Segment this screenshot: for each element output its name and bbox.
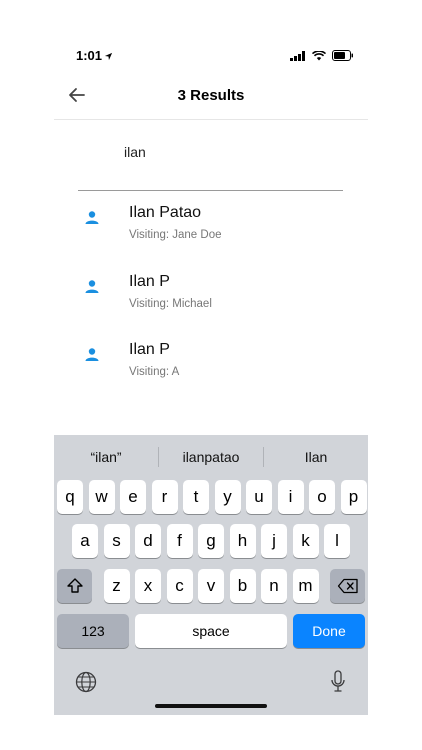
signal-icon [290, 50, 305, 61]
key-t[interactable]: t [183, 480, 209, 514]
suggestion-item[interactable]: ilanpatao [159, 443, 263, 471]
list-item[interactable]: Ilan P Visiting: A [54, 331, 368, 391]
key-f[interactable]: f [166, 524, 193, 558]
key-d[interactable]: d [135, 524, 161, 558]
home-indicator [155, 704, 267, 708]
delete-key[interactable] [330, 569, 365, 603]
result-name: Ilan P [129, 341, 170, 358]
keyboard: “ilan” ilanpatao Ilan q w e r t y u i o … [54, 435, 368, 715]
battery-icon [332, 50, 353, 61]
key-i[interactable]: i [277, 480, 304, 514]
key-m[interactable]: m [292, 569, 319, 603]
key-s[interactable]: s [103, 524, 130, 558]
search-area [54, 120, 368, 192]
search-underline [78, 190, 343, 191]
key-l[interactable]: l [324, 524, 350, 558]
key-w[interactable]: w [88, 480, 115, 514]
person-icon [85, 211, 99, 224]
key-n[interactable]: n [261, 569, 287, 603]
status-time: 1:01 [76, 48, 103, 63]
key-h[interactable]: h [229, 524, 256, 558]
globe-icon[interactable] [75, 671, 97, 693]
space-key[interactable]: space [135, 614, 287, 648]
suggestion-bar: “ilan” ilanpatao Ilan [54, 443, 368, 471]
key-b[interactable]: b [229, 569, 256, 603]
result-subtitle: Visiting: Jane Doe [129, 229, 222, 241]
location-arrow-icon [104, 52, 113, 61]
shift-icon [66, 578, 83, 593]
key-q[interactable]: q [57, 480, 83, 514]
done-key[interactable]: Done [293, 614, 365, 648]
microphone-icon[interactable] [330, 670, 346, 694]
nav-bar: 3 Results [54, 70, 368, 120]
shift-key[interactable] [57, 569, 92, 603]
status-bar: 1:01 [54, 44, 368, 68]
key-c[interactable]: c [166, 569, 193, 603]
list-item[interactable]: Ilan P Visiting: Michael [54, 263, 368, 323]
key-r[interactable]: r [151, 480, 178, 514]
person-icon [85, 280, 99, 293]
person-icon [85, 348, 99, 361]
result-subtitle: Visiting: A [129, 366, 180, 378]
key-x[interactable]: x [135, 569, 161, 603]
key-y[interactable]: y [214, 480, 241, 514]
key-a[interactable]: a [72, 524, 98, 558]
wifi-icon [312, 50, 326, 60]
key-g[interactable]: g [198, 524, 224, 558]
key-p[interactable]: p [340, 480, 367, 514]
backspace-icon [337, 578, 358, 594]
numbers-key[interactable]: 123 [57, 614, 129, 648]
list-item[interactable]: Ilan Patao Visiting: Jane Doe [54, 194, 368, 254]
key-e[interactable]: e [120, 480, 146, 514]
key-v[interactable]: v [198, 569, 224, 603]
result-subtitle: Visiting: Michael [129, 298, 212, 310]
key-u[interactable]: u [246, 480, 272, 514]
key-j[interactable]: j [261, 524, 287, 558]
key-k[interactable]: k [292, 524, 319, 558]
suggestion-item[interactable]: Ilan [264, 443, 368, 471]
page-title: 3 Results [177, 87, 245, 104]
key-z[interactable]: z [103, 569, 130, 603]
result-name: Ilan P [129, 273, 170, 290]
suggestion-item[interactable]: “ilan” [54, 443, 158, 471]
search-input[interactable] [124, 144, 324, 160]
key-o[interactable]: o [309, 480, 335, 514]
result-name: Ilan Patao [129, 204, 202, 221]
